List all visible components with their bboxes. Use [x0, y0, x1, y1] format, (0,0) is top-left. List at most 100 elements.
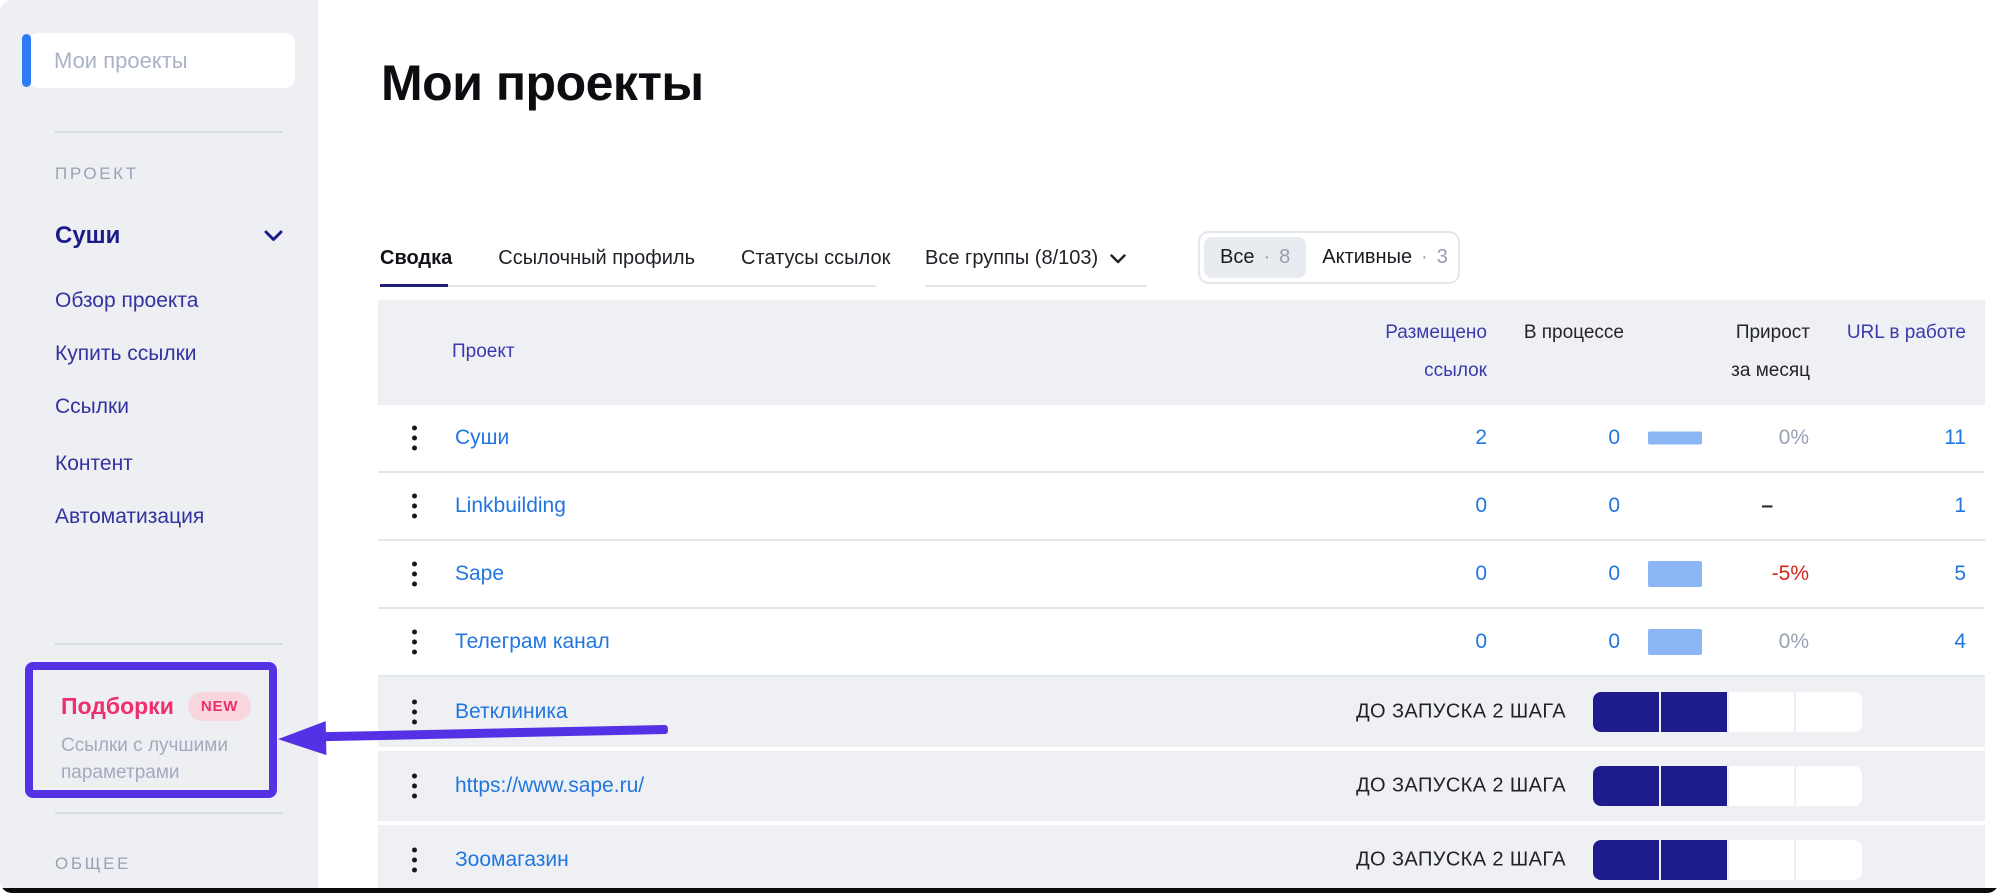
placed-links-count[interactable]: 2: [1475, 426, 1487, 450]
row-menu-button[interactable]: [408, 626, 421, 659]
groups-dropdown-underline: [925, 285, 1147, 287]
sidebar-divider: [55, 131, 283, 133]
growth-sparkline: [1648, 629, 1702, 655]
project-link[interactable]: Зоомагазин: [455, 848, 569, 872]
active-tab-underline: [380, 284, 448, 287]
collections-title-row: Подборки NEW: [61, 692, 269, 721]
collections-description: Ссылки с лучшими параметрами: [61, 732, 256, 786]
groups-dropdown-label: Все группы (8/103): [925, 247, 1098, 270]
project-switcher[interactable]: Мои проекты: [28, 33, 295, 88]
screenshot-bottom-edge: [0, 888, 1999, 893]
table-row[interactable]: Телеграм канал 0 0 0% 4: [378, 609, 1985, 677]
monthly-growth-value: -5%: [1772, 562, 1809, 586]
sidebar-divider: [55, 812, 283, 814]
active-project-indicator: [22, 34, 31, 87]
table-row[interactable]: https://www.sape.ru/ДО ЗАПУСКА 2 ШАГА: [378, 751, 1985, 821]
filter-active-count: 3: [1437, 246, 1448, 269]
header-line: за месяц: [1731, 352, 1810, 390]
sidebar-item-0[interactable]: Обзор проекта: [55, 289, 198, 313]
launch-progress-bar: [1593, 766, 1862, 806]
placed-links-count[interactable]: 0: [1475, 494, 1487, 518]
row-menu-button[interactable]: [408, 696, 421, 729]
filter-active-button[interactable]: Активные · 3: [1306, 237, 1464, 278]
growth-sparkline: [1648, 432, 1702, 445]
dot-separator: ·: [1421, 246, 1428, 269]
dot-separator: ·: [1263, 246, 1270, 269]
collections-card-highlighted[interactable]: Подборки NEW Ссылки с лучшими параметрам…: [25, 662, 277, 798]
column-header-placed-links[interactable]: Размещено ссылок: [1385, 314, 1487, 390]
tab-bar-underline: [380, 285, 876, 287]
in-progress-count[interactable]: 0: [1608, 562, 1620, 586]
in-progress-count[interactable]: 0: [1608, 426, 1620, 450]
table-header: Проект Размещено ссылок В процессе Приро…: [378, 300, 1985, 405]
table-row[interactable]: Sape 0 0 -5% 5: [378, 541, 1985, 609]
sidebar-item-2[interactable]: Ссылки: [55, 395, 129, 419]
sidebar-item-4[interactable]: Автоматизация: [55, 505, 204, 529]
row-menu-button[interactable]: [408, 770, 421, 803]
column-header-in-progress[interactable]: В процессе: [1524, 314, 1624, 352]
tab-bar: Сводка Ссылочный профиль Статусы ссылок: [380, 247, 890, 270]
urls-in-work-count[interactable]: 4: [1954, 630, 1966, 654]
project-switcher-label: Мои проекты: [54, 48, 188, 74]
sidebar-section-project: ПРОЕКТ: [55, 164, 139, 184]
app-window: Мои проекты ПРОЕКТ Суши Обзор проекта Куп…: [0, 0, 1999, 893]
page-title: Мои проекты: [381, 54, 704, 112]
launch-status-text: ДО ЗАПУСКА 2 ШАГА: [1356, 701, 1566, 724]
urls-in-work-count[interactable]: 11: [1944, 426, 1966, 450]
sidebar-section-general: ОБЩЕЕ: [55, 854, 131, 874]
launch-status-text: ДО ЗАПУСКА 2 ШАГА: [1356, 775, 1566, 798]
sidebar-divider: [55, 643, 283, 645]
monthly-growth-value: –: [1761, 494, 1809, 518]
filter-active-label: Активные: [1322, 246, 1412, 269]
row-menu-button[interactable]: [408, 558, 421, 591]
sidebar: Мои проекты ПРОЕКТ Суши Обзор проекта Куп…: [0, 0, 318, 893]
in-progress-count[interactable]: 0: [1608, 494, 1620, 518]
project-link[interactable]: Ветклиника: [455, 700, 568, 724]
filter-all-label: Все: [1220, 246, 1254, 269]
placed-links-count[interactable]: 0: [1475, 630, 1487, 654]
urls-in-work-count[interactable]: 5: [1954, 562, 1966, 586]
row-menu-button[interactable]: [408, 422, 421, 455]
placed-links-count[interactable]: 0: [1475, 562, 1487, 586]
row-menu-button[interactable]: [408, 844, 421, 877]
column-header-project[interactable]: Проект: [452, 333, 515, 371]
growth-sparkline: [1648, 561, 1702, 587]
groups-dropdown[interactable]: Все группы (8/103): [925, 247, 1147, 270]
table-body: Суши 2 0 0% 11 Linkbuilding 0 0 – 1 Sape 0 0 -5% 5 Теле…: [378, 405, 1985, 893]
project-link[interactable]: Linkbuilding: [455, 494, 566, 518]
project-link[interactable]: Sape: [455, 562, 504, 586]
header-line: Прирост: [1731, 314, 1810, 352]
chevron-down-icon: [264, 230, 283, 242]
table-row[interactable]: Зоомагазин ДО ЗАПУСКА 2 ШАГА: [378, 825, 1985, 893]
table-row[interactable]: Linkbuilding 0 0 – 1: [378, 473, 1985, 541]
column-header-monthly-growth[interactable]: Прирост за месяц: [1731, 314, 1810, 390]
table-row[interactable]: Суши200%11: [378, 405, 1985, 473]
sidebar-item-1[interactable]: Купить ссылки: [55, 342, 197, 366]
project-link[interactable]: https://www.sape.ru/: [455, 774, 644, 798]
row-menu-button[interactable]: [408, 490, 421, 523]
tab-link-profile[interactable]: Ссылочный профиль: [498, 247, 695, 270]
project-link[interactable]: Суши: [455, 426, 509, 450]
filter-all-button[interactable]: Все · 8: [1204, 237, 1306, 278]
sidebar-item-3[interactable]: Контент: [55, 452, 133, 476]
project-dropdown[interactable]: Суши: [55, 222, 283, 250]
filter-all-count: 8: [1279, 246, 1290, 269]
header-line: ссылок: [1385, 352, 1487, 390]
table-row[interactable]: Ветклиника ДО ЗАПУСКА 2 ШАГА: [378, 677, 1985, 747]
collections-link[interactable]: Подборки: [61, 693, 174, 720]
column-header-urls-in-work[interactable]: URL в работе: [1847, 314, 1966, 352]
projects-filter: Все · 8 Активные · 3: [1198, 231, 1460, 284]
tab-link-statuses[interactable]: Статусы ссылок: [741, 247, 890, 270]
in-progress-count[interactable]: 0: [1608, 630, 1620, 654]
launch-progress-bar: [1593, 840, 1862, 880]
launch-status-text: ДО ЗАПУСКА 2 ШАГА: [1356, 849, 1566, 872]
launch-progress-bar: [1593, 692, 1862, 732]
tab-summary[interactable]: Сводка: [380, 247, 452, 270]
chevron-down-icon: [1110, 254, 1126, 264]
main-content: Мои проекты Сводка Ссылочный профиль Ста…: [318, 0, 1999, 893]
monthly-growth-value: 0%: [1779, 630, 1809, 654]
new-badge: NEW: [188, 692, 251, 721]
projects-table: Проект Размещено ссылок В процессе Приро…: [378, 300, 1985, 893]
urls-in-work-count[interactable]: 1: [1954, 494, 1966, 518]
project-link[interactable]: Телеграм канал: [455, 630, 610, 654]
